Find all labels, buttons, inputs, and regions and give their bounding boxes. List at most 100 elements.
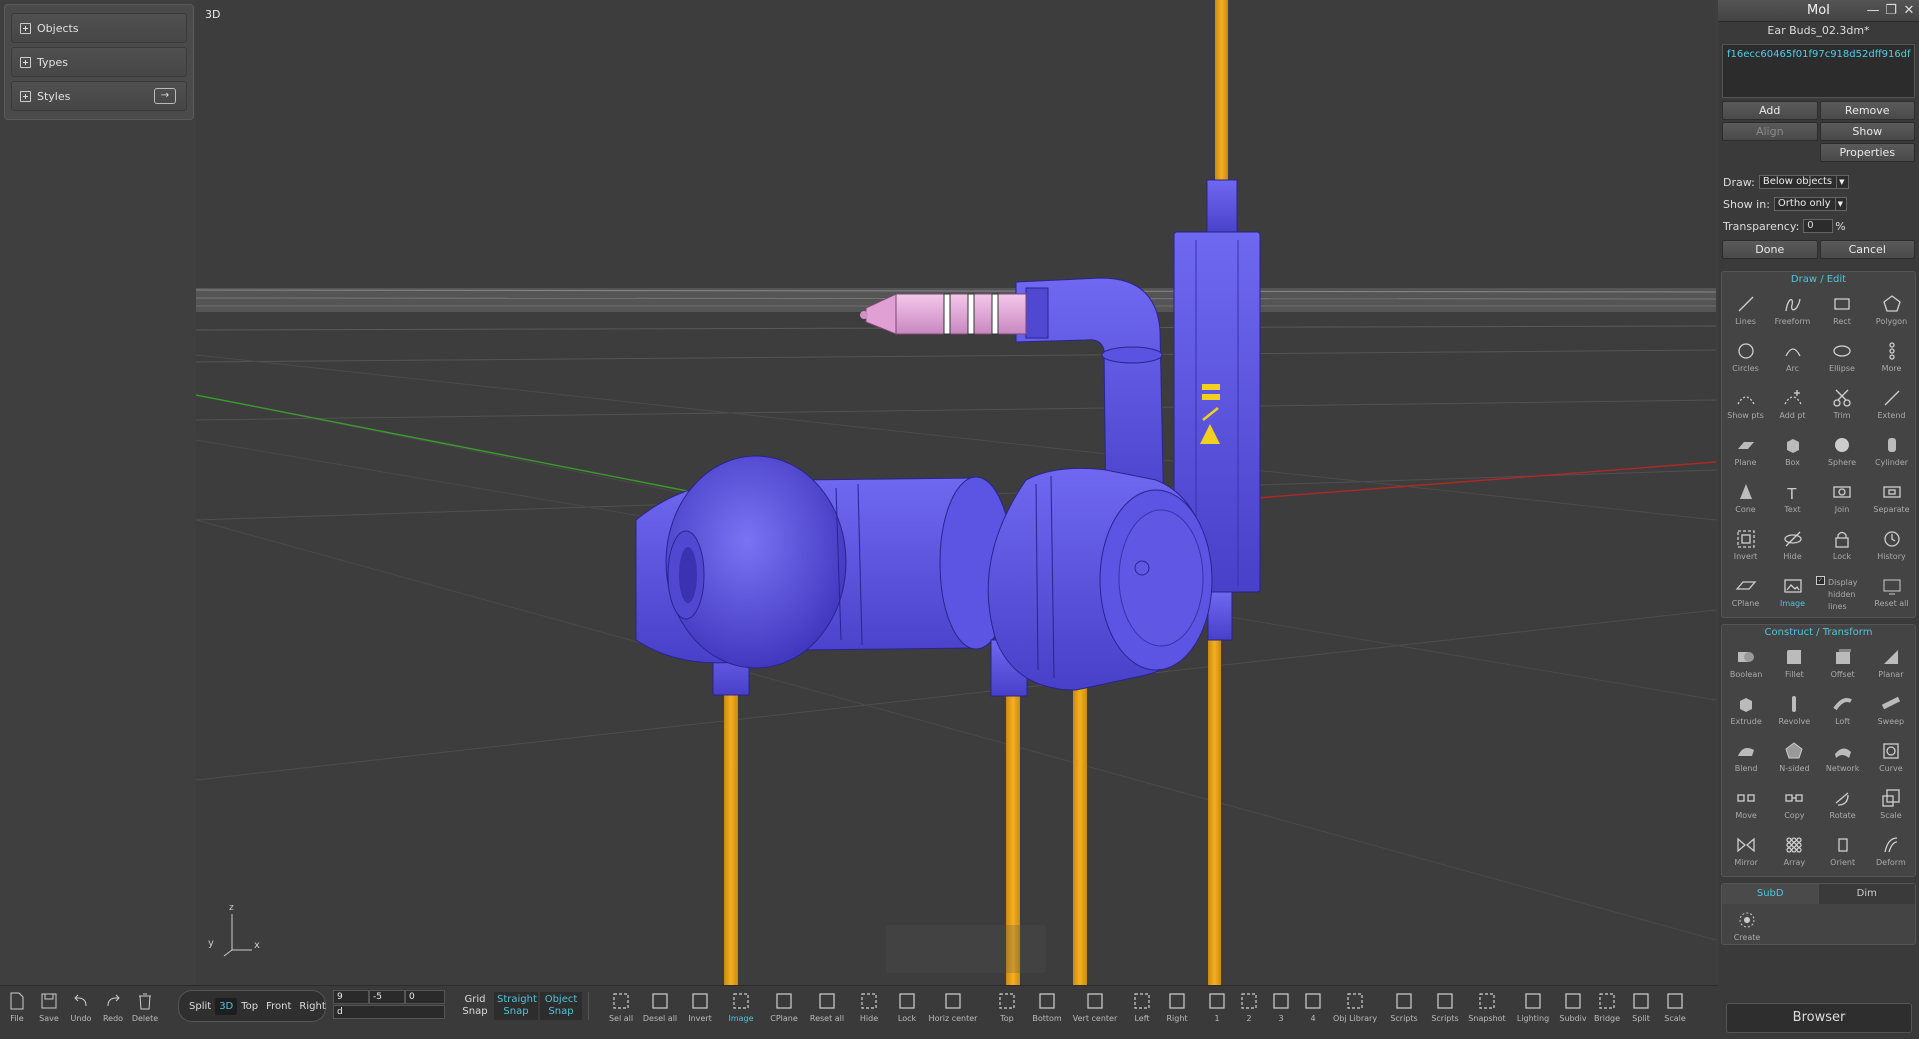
done-button[interactable]: Done: [1722, 240, 1818, 259]
tool-boolean[interactable]: Boolean: [1722, 641, 1770, 688]
tool-add-pt[interactable]: Add pt: [1769, 382, 1816, 429]
tool-fillet[interactable]: Fillet: [1770, 641, 1818, 688]
tool-polygon[interactable]: Polygon: [1868, 288, 1915, 335]
align-button[interactable]: Align: [1722, 122, 1818, 141]
toolbar-bridge[interactable]: Bridge: [1590, 990, 1624, 1023]
file-button[interactable]: File: [0, 990, 34, 1023]
tab-split[interactable]: Split: [185, 998, 215, 1015]
tool-plane[interactable]: Plane: [1722, 429, 1769, 476]
viewport-3d[interactable]: 3D y x z: [196, 0, 1716, 985]
tab-front[interactable]: Front: [262, 998, 295, 1015]
tool-mirror[interactable]: Mirror: [1722, 829, 1770, 876]
toolbar-scripts[interactable]: Scripts: [1428, 990, 1462, 1023]
tool-rotate[interactable]: Rotate: [1819, 782, 1867, 829]
tool-loft[interactable]: Loft: [1819, 688, 1867, 735]
tab-right[interactable]: Right: [295, 998, 329, 1015]
tool-extrude[interactable]: Extrude: [1722, 688, 1770, 735]
toolbar-obj-library[interactable]: Obj Library: [1333, 990, 1377, 1023]
maximize-icon[interactable]: ❐: [1883, 0, 1899, 22]
tab-dim[interactable]: Dim: [1818, 884, 1915, 904]
scene-objects-row[interactable]: Objects: [11, 13, 187, 43]
tool-sphere[interactable]: Sphere: [1816, 429, 1868, 476]
show-button[interactable]: Show: [1819, 122, 1915, 141]
toolbar-horiz-center[interactable]: Horiz center: [929, 990, 977, 1023]
object-snap-toggle[interactable]: Object Snap: [540, 992, 582, 1020]
grid-snap-toggle[interactable]: Grid Snap: [456, 992, 494, 1020]
tool-separate[interactable]: Separate: [1868, 476, 1915, 523]
tool-curve[interactable]: Curve: [1867, 735, 1915, 782]
tool-offset[interactable]: Offset: [1819, 641, 1867, 688]
redo-button[interactable]: Redo: [96, 990, 130, 1023]
tool-more[interactable]: More: [1868, 335, 1915, 382]
viewport-canvas[interactable]: [196, 0, 1716, 985]
image-list[interactable]: f16ecc60465f01f97c918d52dff916df: [1722, 44, 1915, 98]
tool-lock[interactable]: Lock: [1816, 523, 1868, 570]
tool-invert[interactable]: Invert: [1722, 523, 1769, 570]
toolbar-reset-all[interactable]: Reset all: [810, 990, 844, 1023]
create-tool[interactable]: Create: [1722, 904, 1772, 944]
tool-copy[interactable]: Copy: [1770, 782, 1818, 829]
tool-revolve[interactable]: Revolve: [1770, 688, 1818, 735]
toolbar-2[interactable]: 2: [1232, 990, 1266, 1023]
tool-array[interactable]: Array: [1770, 829, 1818, 876]
tab-top[interactable]: Top: [237, 998, 262, 1015]
tool-ellipse[interactable]: Ellipse: [1816, 335, 1868, 382]
toolbar-sel-all[interactable]: Sel all: [604, 990, 638, 1023]
browser-button[interactable]: Browser: [1726, 1003, 1912, 1033]
properties-button[interactable]: Properties: [1819, 143, 1915, 162]
toolbar-scripts[interactable]: Scripts: [1387, 990, 1421, 1023]
toolbar-left[interactable]: Left: [1125, 990, 1159, 1023]
toolbar-image[interactable]: Image: [724, 990, 758, 1023]
tool-box[interactable]: Box: [1769, 429, 1816, 476]
tool-arc[interactable]: Arc: [1769, 335, 1816, 382]
cancel-button[interactable]: Cancel: [1819, 240, 1915, 259]
straight-snap-toggle[interactable]: Straight Snap: [494, 992, 538, 1020]
expand-plus-icon[interactable]: [20, 90, 31, 102]
toolbar-lighting[interactable]: Lighting: [1516, 990, 1550, 1023]
earbud-left[interactable]: [635, 455, 1013, 696]
toolbar-cplane[interactable]: CPlane: [767, 990, 801, 1023]
tool-sweep[interactable]: Sweep: [1867, 688, 1915, 735]
tool-move[interactable]: Move: [1722, 782, 1770, 829]
save-button[interactable]: Save: [32, 990, 66, 1023]
toolbar-hide[interactable]: Hide: [852, 990, 886, 1023]
tab-3d[interactable]: 3D: [215, 997, 238, 1015]
tool-cylinder[interactable]: Cylinder: [1868, 429, 1915, 476]
toolbar-invert[interactable]: Invert: [683, 990, 717, 1023]
delete-button[interactable]: Delete: [128, 990, 162, 1023]
earbud-right[interactable]: [987, 467, 1213, 697]
tool-reset-all[interactable]: Reset all: [1868, 570, 1915, 617]
tool-join[interactable]: Join: [1816, 476, 1868, 523]
tool-cplane[interactable]: CPlane: [1722, 570, 1769, 617]
coord-d-field[interactable]: d: [333, 1005, 445, 1019]
remove-button[interactable]: Remove: [1819, 101, 1915, 120]
image-id[interactable]: f16ecc60465f01f97c918d52dff916df: [1727, 49, 1911, 60]
show-in-select[interactable]: Ortho only ▼: [1773, 197, 1848, 211]
draw-select[interactable]: Below objects ▼: [1758, 175, 1849, 189]
toolbar-1[interactable]: 1: [1200, 990, 1234, 1023]
scene-styles-row[interactable]: Styles →: [11, 81, 187, 111]
undo-button[interactable]: Undo: [64, 990, 98, 1023]
nav-overlay[interactable]: [886, 925, 1046, 973]
toolbar-bottom[interactable]: Bottom: [1030, 990, 1064, 1023]
tool-history[interactable]: History: [1868, 523, 1915, 570]
styles-arrow-icon[interactable]: →: [154, 88, 176, 104]
tool-show-pts[interactable]: Show pts: [1722, 382, 1769, 429]
toolbar-scale[interactable]: Scale: [1658, 990, 1692, 1023]
tool-text[interactable]: T Text: [1769, 476, 1816, 523]
tool-trim[interactable]: Trim: [1816, 382, 1868, 429]
toolbar-3[interactable]: 3: [1264, 990, 1298, 1023]
tool-planar[interactable]: Planar: [1867, 641, 1915, 688]
scene-types-row[interactable]: Types: [11, 47, 187, 77]
checkbox-icon[interactable]: ✓: [1816, 576, 1825, 585]
tool-n-sided[interactable]: N-sided: [1770, 735, 1818, 782]
tool-lines[interactable]: Lines: [1722, 288, 1769, 335]
minimize-icon[interactable]: —: [1865, 0, 1881, 22]
tool-scale[interactable]: Scale: [1867, 782, 1915, 829]
tool-blend[interactable]: Blend: [1722, 735, 1770, 782]
coord-z-field[interactable]: 0: [405, 990, 445, 1004]
tool-orient[interactable]: Orient: [1819, 829, 1867, 876]
toolbar-snapshot[interactable]: Snapshot: [1468, 990, 1506, 1023]
toolbar-top[interactable]: Top: [990, 990, 1024, 1023]
toolbar-lock[interactable]: Lock: [890, 990, 924, 1023]
